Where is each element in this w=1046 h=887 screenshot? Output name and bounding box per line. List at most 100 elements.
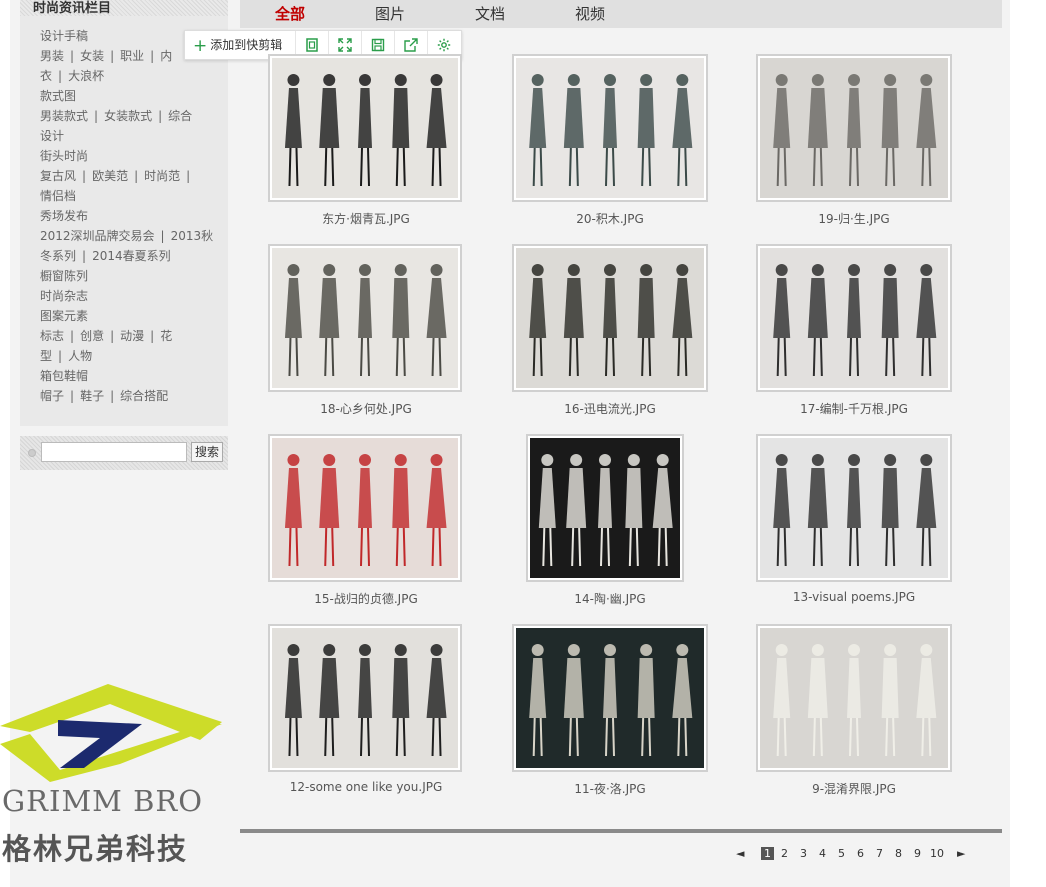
fashion-illustration-icon [760, 248, 948, 388]
menu-subcategory-link[interactable]: 女装 [80, 49, 104, 63]
page-number-link[interactable]: 8 [895, 847, 902, 860]
menu-subcategory-link[interactable]: 时尚范 [144, 169, 180, 183]
menu-subcategory-link[interactable]: 人物 [68, 349, 92, 363]
menu-separator: | [94, 109, 99, 123]
gallery-caption[interactable]: 19-归·生.JPG [818, 210, 889, 227]
menu-subcategory-link[interactable]: 大浪杯 [68, 69, 104, 83]
gallery-thumbnail[interactable] [526, 434, 684, 582]
menu-subcategory-link[interactable]: 男装 [40, 49, 64, 63]
menu-separator: | [82, 169, 87, 183]
menu-subcategory-link[interactable]: 2014春夏系列 [92, 249, 171, 263]
gallery-thumbnail[interactable] [268, 54, 462, 202]
menu-category-link[interactable]: 箱包鞋帽 [40, 369, 88, 383]
sidebar-header: 时尚资讯栏目 [20, 0, 228, 16]
menu-subcategory-link[interactable]: 情侣档 [40, 189, 76, 203]
menu-subcategory-link[interactable]: 2013秋 [171, 229, 214, 243]
gallery-thumbnail[interactable] [512, 54, 708, 202]
gallery-caption[interactable]: 东方·烟青瓦.JPG [322, 210, 410, 227]
menu-category-link[interactable]: 款式图 [40, 89, 76, 103]
page-number-link[interactable]: 6 [857, 847, 864, 860]
menu-category-link[interactable]: 设计手稿 [40, 29, 88, 43]
menu-category: 街头时尚 [40, 148, 228, 168]
tab-all[interactable]: 全部 [275, 3, 305, 24]
gallery-caption[interactable]: 13-visual poems.JPG [793, 590, 915, 604]
page-number-link[interactable]: 1 [761, 847, 774, 860]
gallery-caption[interactable]: 20-积木.JPG [576, 210, 644, 227]
gallery-thumbnail[interactable] [512, 244, 708, 392]
menu-subcategory-link[interactable]: 花 [160, 329, 172, 343]
fashion-illustration-icon [272, 628, 458, 768]
page-number-link[interactable]: 5 [838, 847, 845, 860]
next-page-button[interactable]: ► [957, 847, 965, 860]
gallery-caption[interactable]: 9-混淆界限.JPG [812, 780, 896, 797]
gallery-thumbnail[interactable] [756, 54, 952, 202]
menu-subcategory-link[interactable]: 2012深圳品牌交易会 [40, 229, 155, 243]
plus-icon: + [193, 36, 208, 56]
fashion-illustration-icon [760, 438, 948, 578]
gallery-caption[interactable]: 17-编制-千万根.JPG [800, 400, 908, 417]
prev-page-button[interactable]: ◄ [736, 847, 744, 860]
menu-separator: | [150, 49, 155, 63]
menu-subcategory-link[interactable]: 创意 [80, 329, 104, 343]
page-number-link[interactable]: 9 [914, 847, 921, 860]
menu-separator: | [110, 389, 115, 403]
menu-category-link[interactable]: 图案元素 [40, 309, 88, 323]
fashion-illustration-icon [272, 438, 458, 578]
gallery-caption[interactable]: 15-战归的贞德.JPG [314, 590, 418, 607]
gallery-thumbnail[interactable] [268, 624, 462, 772]
menu-category-link[interactable]: 街头时尚 [40, 149, 88, 163]
gallery-caption[interactable]: 12-some one like you.JPG [290, 780, 443, 794]
menu-subcategory-link[interactable]: 内 [160, 49, 172, 63]
menu-subcategory-link[interactable]: 综合搭配 [120, 389, 168, 403]
menu-subcategory-link[interactable]: 女装款式 [104, 109, 152, 123]
add-to-clip-button[interactable]: + 添加到快剪辑 [193, 36, 282, 56]
page-number-link[interactable]: 3 [800, 847, 807, 860]
menu-category-link[interactable]: 时尚杂志 [40, 289, 88, 303]
gallery-caption[interactable]: 16-迅电流光.JPG [564, 400, 656, 417]
gallery-thumbnail[interactable] [756, 244, 952, 392]
menu-subcategory-row: 情侣档 [40, 188, 228, 208]
menu-subcategory-link[interactable]: 男装款式 [40, 109, 88, 123]
page-number-link[interactable]: 10 [930, 847, 944, 860]
gallery-caption[interactable]: 14-陶·幽.JPG [574, 590, 645, 607]
page-number-link[interactable]: 7 [876, 847, 883, 860]
menu-category: 图案元素 [40, 308, 228, 328]
gallery-caption[interactable]: 11-夜·洛.JPG [574, 780, 645, 797]
gallery-caption[interactable]: 18-心乡何处.JPG [320, 400, 412, 417]
category-tabs: 全部 图片 文档 视频 [240, 0, 1002, 28]
page-number-link[interactable]: 4 [819, 847, 826, 860]
menu-subcategory-link[interactable]: 复古风 [40, 169, 76, 183]
menu-subcategory-link[interactable]: 衣 [40, 69, 52, 83]
gallery-thumbnail[interactable] [512, 624, 708, 772]
tab-documents[interactable]: 文档 [475, 3, 505, 24]
fashion-illustration-icon [760, 628, 948, 768]
menu-subcategory-row: 帽子 | 鞋子 | 综合搭配 [40, 388, 228, 408]
tab-images[interactable]: 图片 [375, 3, 405, 24]
fashion-illustration-icon [272, 248, 458, 388]
menu-subcategory-link[interactable]: 帽子 [40, 389, 64, 403]
gallery-thumbnail[interactable] [268, 244, 462, 392]
menu-category: 时尚杂志 [40, 288, 228, 308]
menu-subcategory-link[interactable]: 动漫 [120, 329, 144, 343]
menu-subcategory-row: 复古风 | 欧美范 | 时尚范 | [40, 168, 228, 188]
menu-subcategory-link[interactable]: 型 [40, 349, 52, 363]
menu-separator: | [160, 229, 165, 243]
search-input[interactable] [41, 442, 187, 462]
logo-wordmark: GRIMM BRO [2, 784, 203, 818]
menu-subcategory-link[interactable]: 冬系列 [40, 249, 76, 263]
menu-subcategory-link[interactable]: 职业 [120, 49, 144, 63]
menu-subcategory-link[interactable]: 欧美范 [92, 169, 128, 183]
menu-subcategory-link[interactable]: 标志 [40, 329, 64, 343]
page-number-link[interactable]: 2 [781, 847, 788, 860]
gallery-thumbnail[interactable] [756, 434, 952, 582]
gallery-thumbnail[interactable] [268, 434, 462, 582]
menu-subcategory-link[interactable]: 鞋子 [80, 389, 104, 403]
menu-separator: | [110, 329, 115, 343]
menu-category-link[interactable]: 橱窗陈列 [40, 269, 88, 283]
menu-category-link[interactable]: 秀场发布 [40, 209, 88, 223]
gallery-thumbnail[interactable] [756, 624, 952, 772]
tab-videos[interactable]: 视频 [575, 3, 605, 24]
search-button[interactable]: 搜索 [191, 442, 223, 462]
menu-subcategory-link[interactable]: 综合 [168, 109, 192, 123]
menu-subcategory-link[interactable]: 设计 [40, 129, 64, 143]
